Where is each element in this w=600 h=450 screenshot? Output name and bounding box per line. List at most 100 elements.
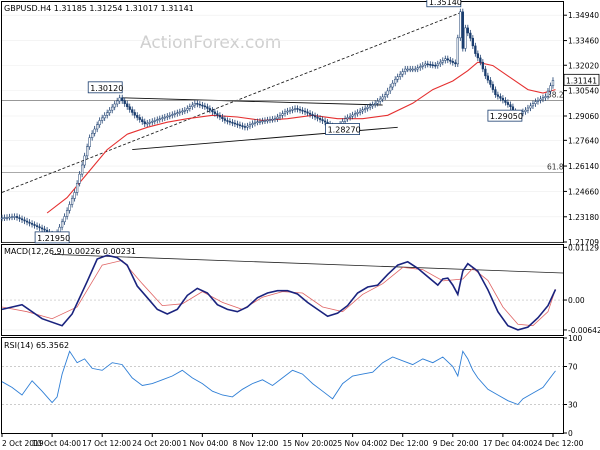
candle-body [346, 117, 349, 119]
price-callout-label: 1.35140 [429, 0, 462, 7]
candle-body [409, 68, 412, 71]
candle-body [198, 103, 202, 106]
price-callout-label: 1.21950 [37, 234, 70, 243]
candle-body [258, 121, 262, 123]
candle-body [486, 75, 490, 81]
candle-body [549, 85, 552, 92]
candle-body [20, 218, 24, 221]
candle-body [414, 68, 417, 71]
candle-body [459, 11, 462, 39]
candle-body [469, 32, 472, 39]
candle-body [466, 27, 469, 34]
candle-body [78, 173, 81, 184]
candle-body [263, 120, 267, 122]
candle-body [148, 121, 151, 124]
candle-body [461, 11, 464, 49]
candle-body [286, 110, 289, 113]
candle-body [376, 100, 379, 104]
candle-body [211, 109, 214, 113]
candle-body [181, 110, 184, 113]
candle-body [68, 204, 71, 211]
candle-body [213, 111, 217, 114]
candle-body [111, 106, 114, 111]
candle-body [451, 61, 454, 63]
candle-body [313, 115, 317, 118]
candle-body [386, 90, 389, 95]
candle-body [474, 45, 477, 54]
candle-body [43, 228, 46, 231]
candle-body [526, 107, 530, 111]
x-tick-label: 2 Dec 12:00 [383, 439, 429, 448]
candle-body [70, 198, 74, 205]
candle-body [98, 120, 101, 125]
candle-body [404, 68, 407, 72]
candle-body [146, 122, 149, 125]
candle-body [173, 113, 176, 115]
rsi-series [1, 350, 556, 406]
candle-body [141, 119, 144, 122]
candle-body [251, 123, 254, 125]
candle-body [479, 57, 482, 63]
candle-body [5, 217, 9, 219]
candle-body [243, 126, 247, 128]
price-callout-label: 1.28270 [328, 126, 361, 135]
x-tick-label: 24 Dec 12:00 [533, 439, 584, 448]
candle-body [73, 192, 76, 199]
candle-body [193, 103, 196, 106]
candle-body [391, 82, 394, 88]
candle-body [191, 104, 194, 107]
candle-body [491, 84, 495, 90]
candle-body [128, 106, 131, 110]
candle-body [406, 68, 409, 71]
candle-body [416, 67, 419, 70]
candle-body [166, 115, 169, 118]
candle-body [208, 108, 212, 111]
candle-body [411, 68, 414, 71]
candle-body [504, 100, 507, 103]
candle-body [496, 94, 500, 97]
candle-body [273, 118, 277, 120]
candle-body [3, 217, 6, 219]
candle-body [424, 63, 427, 66]
candle-body [446, 58, 449, 61]
candle-body [311, 114, 314, 116]
candle-body [271, 118, 274, 121]
candle-body [93, 128, 96, 134]
candle-body [30, 223, 34, 225]
candle-body [484, 68, 487, 77]
macd-panel-title: MACD(12,26,9) 0.00226 0.00231 [4, 247, 136, 256]
fib-level-label: 61.8 [547, 163, 564, 172]
last-price-label: 1.31141 [566, 76, 597, 85]
candle-body [241, 125, 244, 127]
candle-body [541, 97, 545, 100]
candle-body [439, 61, 442, 65]
candle-body [228, 121, 232, 123]
candle-body [143, 121, 146, 125]
candle-body [348, 115, 352, 118]
candle-body [434, 64, 437, 67]
candle-body [321, 119, 324, 122]
x-tick-label: 8 Nov 12:00 [232, 439, 278, 448]
forex-chart: ActionForex.com 38.261.8 1.351401.301201… [0, 0, 600, 448]
candle-body [534, 101, 537, 104]
macd-series [1, 253, 564, 331]
candle-body [454, 62, 457, 65]
price-panel: ActionForex.com 38.261.8 1.351401.301201… [0, 0, 600, 247]
candle-body [303, 110, 307, 113]
price-y-tick-label: 1.24660 [568, 187, 599, 196]
candle-body [281, 113, 284, 116]
candle-body [358, 110, 362, 113]
candle-body [306, 111, 309, 114]
candle-body [133, 112, 136, 116]
macd-gridlines [2, 247, 563, 331]
candle-body [308, 112, 312, 115]
candle-body [176, 112, 179, 114]
rsi-panel: 100 70 30 0 RSI(14) 65.3562 [1, 334, 583, 438]
price-y-tick-label: 1.34940 [568, 11, 599, 20]
candle-body [268, 119, 272, 121]
candle-body [221, 116, 224, 119]
price-panel-frame [1, 1, 564, 243]
candle-body [126, 103, 129, 107]
macd-y-tick-label: 0.00 [568, 296, 585, 305]
macd-trendline [52, 253, 564, 274]
